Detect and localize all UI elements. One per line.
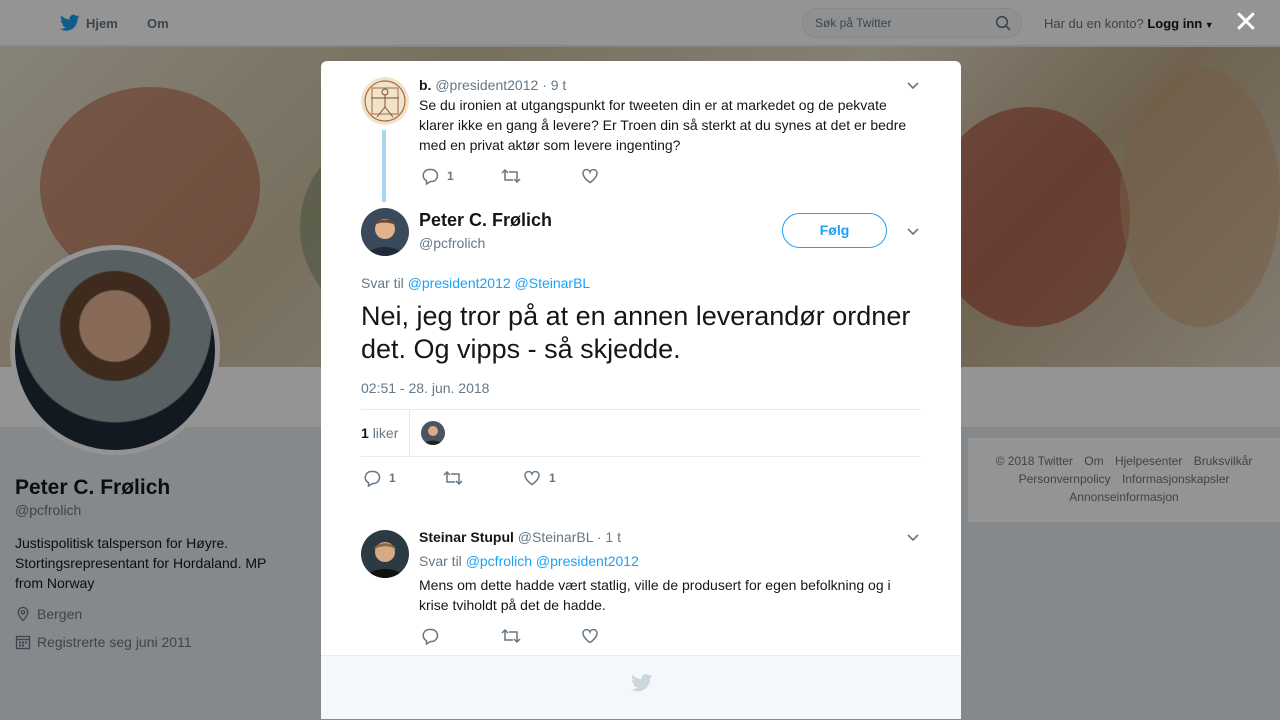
- chevron-down-icon[interactable]: [905, 529, 921, 545]
- retweet-button[interactable]: [501, 627, 581, 645]
- parent-tweet-time[interactable]: · 9 t: [542, 77, 566, 93]
- heart-icon: [582, 628, 598, 644]
- avatar[interactable]: [361, 77, 409, 125]
- main-tweet-stats: 1 liker: [361, 409, 921, 457]
- like-button[interactable]: [581, 627, 661, 645]
- like-button[interactable]: [581, 167, 661, 185]
- reply-count: 1: [389, 471, 396, 485]
- reply-button[interactable]: 1: [363, 469, 443, 487]
- avatar[interactable]: [361, 208, 409, 256]
- stats-divider: [409, 410, 410, 456]
- chevron-down-icon[interactable]: [905, 77, 921, 93]
- main-tweet-handle[interactable]: @pcfrolich: [419, 235, 485, 251]
- main-tweet-timestamp[interactable]: 02:51 - 28. jun. 2018: [361, 380, 489, 396]
- reply-tweet-name[interactable]: Steinar Stupul: [419, 529, 514, 545]
- follow-button[interactable]: Følg: [782, 213, 887, 248]
- reply-to-prefix: Svar til: [361, 275, 404, 291]
- chevron-down-icon[interactable]: [905, 223, 921, 239]
- parent-tweet-text: Se du ironien at utgangspunkt for tweete…: [419, 97, 907, 153]
- retweet-button[interactable]: [443, 469, 523, 487]
- main-tweet-text: Nei, jeg tror på at en annen leverandør …: [361, 301, 911, 364]
- retweet-icon: [501, 628, 521, 644]
- likes-stat[interactable]: 1 liker: [361, 425, 398, 441]
- twitter-bird-icon: [631, 674, 653, 692]
- like-count: 1: [549, 471, 556, 485]
- reply-tweet-text: Mens om dette hadde vært statlig, ville …: [419, 577, 891, 613]
- parent-tweet-actions: 1: [421, 167, 661, 185]
- reply-to-mentions[interactable]: @president2012 @SteinarBL: [408, 275, 591, 291]
- heart-icon: [524, 470, 540, 486]
- reply-count: 1: [447, 169, 454, 183]
- parent-tweet-header: b. @president2012 · 9 t: [419, 77, 566, 93]
- main-tweet-reply-to: Svar til @president2012 @SteinarBL: [361, 275, 590, 291]
- reply-tweet-header: Steinar Stupul @SteinarBL · 1 t: [419, 529, 621, 545]
- heart-icon: [582, 168, 598, 184]
- parent-tweet-name[interactable]: b.: [419, 77, 431, 93]
- like-button[interactable]: 1: [523, 469, 603, 487]
- reply-tweet-time[interactable]: · 1 t: [597, 529, 621, 545]
- reply-tweet-reply-to: Svar til @pcfrolich @president2012: [419, 553, 639, 569]
- likes-label: liker: [372, 425, 399, 441]
- reply-tweet-actions: [421, 627, 661, 645]
- likes-count: 1: [361, 425, 369, 441]
- retweet-icon: [501, 168, 521, 184]
- reply-to-prefix: Svar til: [419, 553, 462, 569]
- close-icon[interactable]: ✕: [1232, 8, 1260, 38]
- retweet-button[interactable]: [501, 167, 581, 185]
- avatar[interactable]: [361, 530, 409, 578]
- reply-button[interactable]: [421, 627, 501, 645]
- retweet-icon: [443, 470, 463, 486]
- parent-tweet-handle[interactable]: @president2012: [435, 77, 538, 93]
- main-tweet-name[interactable]: Peter C. Frølich: [419, 210, 552, 231]
- reply-tweet-handle[interactable]: @SteinarBL: [518, 529, 593, 545]
- liker-avatar[interactable]: [421, 421, 445, 445]
- reply-to-mentions[interactable]: @pcfrolich @president2012: [466, 553, 639, 569]
- thread-connector: [382, 130, 386, 202]
- reply-icon: [422, 168, 439, 185]
- reply-icon: [422, 628, 439, 645]
- reply-icon: [364, 470, 381, 487]
- main-tweet-actions: 1 1: [363, 469, 603, 487]
- reply-button[interactable]: 1: [421, 167, 501, 185]
